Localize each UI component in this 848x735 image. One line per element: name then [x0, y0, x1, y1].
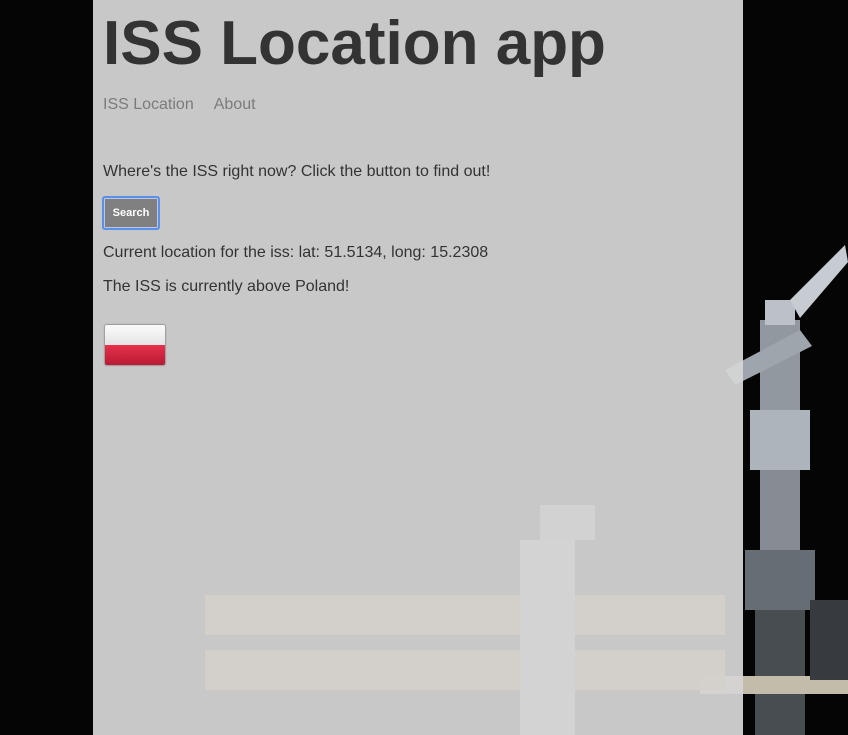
page-title: ISS Location app	[103, 9, 606, 78]
flag-white-stripe	[105, 325, 165, 345]
country-readout: The ISS is currently above Poland!	[103, 278, 350, 295]
poland-flag-image	[105, 325, 165, 365]
content-panel: ISS Location app ISS Location About Wher…	[93, 0, 743, 735]
nav-item-iss-location[interactable]: ISS Location	[103, 96, 194, 114]
main-nav: ISS Location About	[103, 96, 256, 114]
instruction-text: Where's the ISS right now? Click the but…	[103, 163, 491, 180]
location-readout: Current location for the iss: lat: 51.51…	[103, 244, 489, 261]
search-button[interactable]: Search	[102, 196, 160, 230]
nav-item-about[interactable]: About	[214, 96, 256, 114]
flag-red-stripe	[105, 345, 165, 365]
